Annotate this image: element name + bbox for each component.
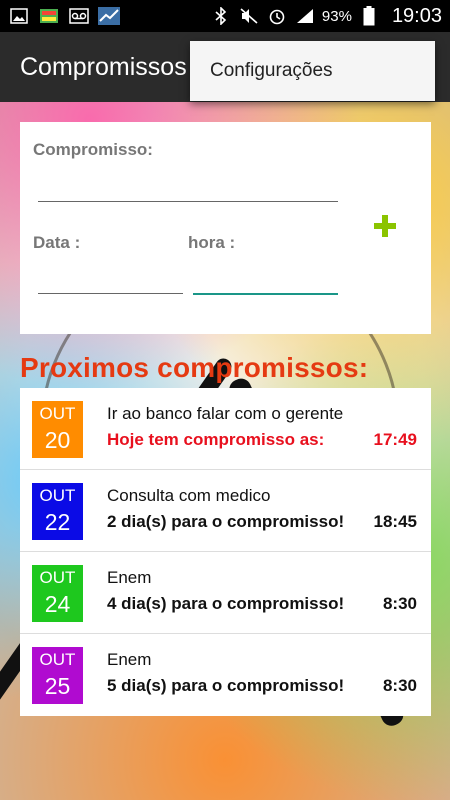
hora-input[interactable] [193, 262, 338, 295]
list-item[interactable]: OUT 25 Enem 5 dia(s) para o compromisso!… [20, 634, 431, 716]
plus-icon [374, 215, 396, 237]
battery-percentage: 93% [321, 7, 352, 25]
stocks-chart-icon [98, 6, 120, 26]
appointment-status: 2 dia(s) para o compromisso! [107, 512, 345, 531]
appointment-status: 4 dia(s) para o compromisso! [107, 594, 345, 613]
date-badge: OUT 24 [32, 565, 83, 622]
hora-label: hora : [188, 233, 236, 252]
menu-item-configuracoes[interactable]: Configurações [190, 41, 435, 101]
menu-item-label: Configurações [210, 60, 333, 81]
date-day: 24 [44, 591, 71, 617]
list-item[interactable]: OUT 22 Consulta com medico 2 dia(s) para… [20, 470, 431, 552]
new-appointment-form: Compromisso: Data : hora : [20, 122, 431, 334]
battery-icon [358, 6, 380, 26]
status-bar: 93% 19:03 [0, 0, 450, 32]
upcoming-section-title: Proximos compromissos: [20, 352, 369, 383]
bluetooth-icon [210, 6, 232, 26]
appointment-status: Hoje tem compromisso as: [107, 430, 325, 449]
appointment-title: Enem [107, 650, 152, 669]
date-badge: OUT 20 [32, 401, 83, 458]
appointment-status: 5 dia(s) para o compromisso! [107, 676, 345, 695]
date-day: 20 [44, 427, 71, 453]
date-badge: OUT 25 [32, 647, 83, 704]
date-badge: OUT 22 [32, 483, 83, 540]
date-day: 22 [44, 509, 71, 535]
date-month: OUT [39, 568, 76, 587]
appointment-time: 17:49 [373, 430, 417, 449]
data-input[interactable] [38, 262, 183, 294]
list-item[interactable]: OUT 24 Enem 4 dia(s) para o compromisso!… [20, 552, 431, 634]
appointment-time: 8:30 [382, 594, 417, 613]
mute-icon [238, 6, 260, 26]
date-month: OUT [39, 650, 76, 669]
gallery-icon [8, 6, 30, 26]
list-item[interactable]: OUT 20 Ir ao banco falar com o gerente H… [20, 388, 431, 470]
appointment-title: Enem [107, 568, 152, 587]
date-day: 25 [44, 673, 71, 699]
data-label: Data : [33, 233, 81, 252]
appointment-time: 18:45 [373, 512, 417, 531]
voicemail-icon [68, 6, 90, 26]
add-appointment-button[interactable] [365, 206, 405, 246]
clock-time: 19:03 [391, 4, 442, 27]
alarm-icon [266, 6, 288, 26]
appointment-title: Consulta com medico [107, 486, 271, 505]
date-month: OUT [39, 404, 76, 423]
signal-icon [294, 6, 316, 26]
compromisso-label: Compromisso: [33, 140, 153, 159]
compromisso-input[interactable] [38, 170, 338, 202]
date-month: OUT [39, 486, 76, 505]
appointment-time: 8:30 [382, 676, 417, 695]
appointment-title: Ir ao banco falar com o gerente [107, 404, 344, 423]
app-notification-icon [38, 6, 60, 26]
app-title: Compromissos [20, 52, 187, 81]
appointment-list: OUT 20 Ir ao banco falar com o gerente H… [20, 388, 431, 716]
